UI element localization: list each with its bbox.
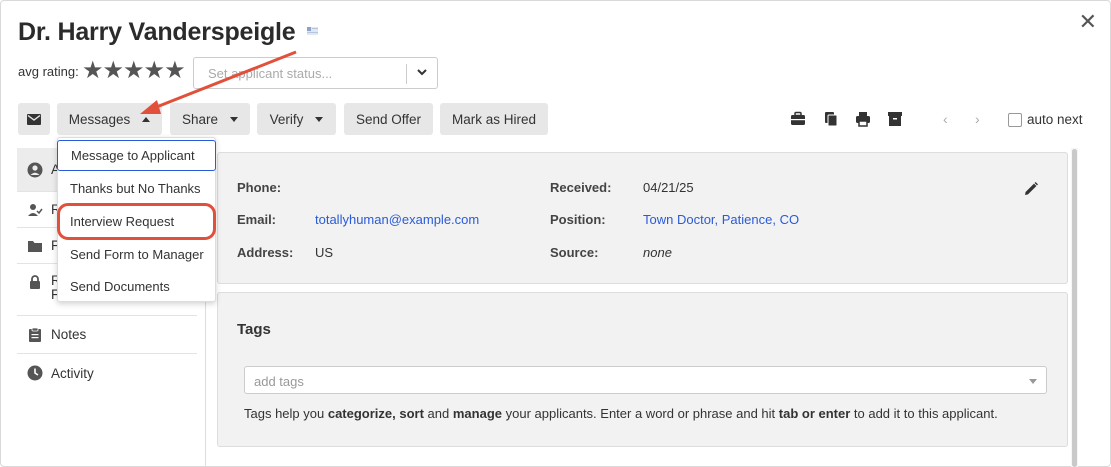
help-text-bold: categorize, sort	[327, 406, 424, 421]
menu-item-message-to-applicant[interactable]: Message to Applicant	[57, 140, 216, 171]
caret-down-icon[interactable]	[1029, 379, 1037, 384]
messages-dropdown-menu: Message to Applicant Thanks but No Thank…	[57, 137, 216, 302]
details-panel: Phone: Email: totallyhuman@example.com A…	[217, 152, 1068, 284]
applicant-status-select[interactable]: Set applicant status...	[193, 57, 438, 89]
lock-icon	[30, 275, 40, 289]
sidebar-item-notes[interactable]: Notes	[17, 316, 197, 354]
chevron-down-icon[interactable]	[416, 66, 428, 78]
caret-down-icon	[315, 116, 324, 122]
verify-label: Verify	[269, 111, 304, 127]
auto-next-toggle[interactable]: auto next	[1008, 112, 1083, 127]
address-value: US	[315, 245, 334, 260]
email-button[interactable]	[18, 103, 50, 135]
status-placeholder: Set applicant status...	[208, 66, 333, 81]
verify-button[interactable]: Verify	[257, 103, 336, 135]
tags-panel: Tags add tags Tags help you categorize, …	[217, 292, 1068, 447]
print-icon[interactable]	[855, 111, 871, 127]
select-separator	[406, 64, 407, 84]
auto-next-checkbox[interactable]	[1008, 112, 1022, 127]
close-icon[interactable]: ✕	[1079, 10, 1097, 34]
help-text-part: Tags help you	[244, 406, 328, 421]
email-label: Email:	[237, 212, 277, 227]
help-text-bold: tab or enter	[778, 406, 851, 421]
applicant-name: Dr. Harry Vanderspeigle	[18, 18, 296, 46]
source-label: Source:	[550, 245, 599, 260]
share-button[interactable]: Share	[170, 103, 250, 135]
tags-input[interactable]: add tags	[244, 366, 1047, 394]
menu-item-thanks-but-no-thanks[interactable]: Thanks but No Thanks	[58, 173, 215, 204]
tags-heading: Tags	[237, 321, 271, 338]
archive-icon[interactable]	[887, 111, 903, 127]
received-label: Received:	[550, 180, 612, 195]
mail-icon	[27, 113, 41, 125]
star-rating[interactable]: ★★★★★	[82, 58, 186, 84]
sidebar-item-label: Notes	[51, 327, 87, 342]
address-label: Address:	[237, 245, 294, 260]
copy-icon[interactable]	[823, 111, 839, 127]
scrollbar-thumb[interactable]	[1072, 149, 1077, 467]
send-offer-button[interactable]: Send Offer	[344, 103, 433, 135]
previous-arrow-icon[interactable]: ‹	[943, 111, 948, 127]
flag-icon	[307, 27, 318, 35]
menu-item-send-documents[interactable]: Send Documents	[58, 271, 215, 302]
sidebar-item-label: Activity	[51, 365, 94, 381]
help-text-part: and	[423, 406, 453, 421]
help-text-part: to add it to this applicant.	[850, 406, 998, 421]
messages-button[interactable]: Messages	[57, 103, 162, 135]
caret-up-icon	[142, 116, 151, 122]
help-text-bold: manage	[452, 406, 502, 421]
clipboard-icon	[29, 327, 41, 342]
user-circle-icon	[27, 162, 43, 177]
messages-label: Messages	[68, 111, 131, 127]
folder-icon	[28, 240, 42, 252]
menu-item-send-form-to-manager[interactable]: Send Form to Manager	[58, 239, 215, 270]
received-value: 04/21/25	[643, 180, 694, 195]
share-label: Share	[181, 111, 219, 127]
clock-icon	[27, 365, 43, 381]
sidebar-item-activity[interactable]: Activity	[17, 354, 197, 392]
email-link[interactable]: totallyhuman@example.com	[315, 212, 479, 227]
auto-next-label: auto next	[1027, 112, 1083, 127]
position-label: Position:	[550, 212, 606, 227]
menu-item-interview-request[interactable]: Interview Request	[57, 203, 216, 240]
position-link[interactable]: Town Doctor, Patience, CO	[643, 212, 799, 227]
help-text-part: your applicants. Enter a word or phrase …	[502, 406, 779, 421]
mark-as-hired-button[interactable]: Mark as Hired	[440, 103, 548, 135]
rating-label: avg rating:	[18, 64, 79, 79]
caret-down-icon	[230, 116, 239, 122]
source-value: none	[643, 245, 672, 260]
tags-placeholder: add tags	[254, 374, 304, 389]
user-check-icon	[28, 203, 43, 216]
next-arrow-icon[interactable]: ›	[975, 111, 980, 127]
pencil-icon[interactable]	[1023, 181, 1039, 197]
briefcase-icon[interactable]	[790, 111, 806, 127]
phone-label: Phone:	[237, 180, 282, 195]
tags-help-text: Tags help you categorize, sort and manag…	[244, 406, 998, 421]
